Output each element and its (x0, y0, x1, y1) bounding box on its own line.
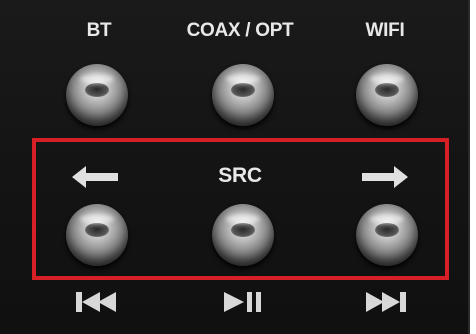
src-button[interactable] (212, 204, 274, 266)
src-label: SRC (218, 164, 262, 187)
wifi-button[interactable] (356, 64, 418, 126)
skip-previous-icon (76, 290, 120, 314)
right-arrow-icon (362, 166, 408, 188)
next-button[interactable] (356, 204, 418, 266)
skip-next-icon (364, 290, 408, 314)
device-front-panel: BT COAX / OPT WIFI SRC (0, 0, 470, 334)
play-pause-icon (222, 290, 266, 314)
left-arrow-icon (72, 166, 118, 188)
wifi-label: WIFI (365, 20, 405, 41)
coax-opt-button[interactable] (212, 64, 274, 126)
coax-opt-label: COAX / OPT (186, 20, 294, 41)
bt-label: BT (86, 20, 112, 41)
previous-button[interactable] (66, 204, 128, 266)
bt-button[interactable] (66, 64, 128, 126)
